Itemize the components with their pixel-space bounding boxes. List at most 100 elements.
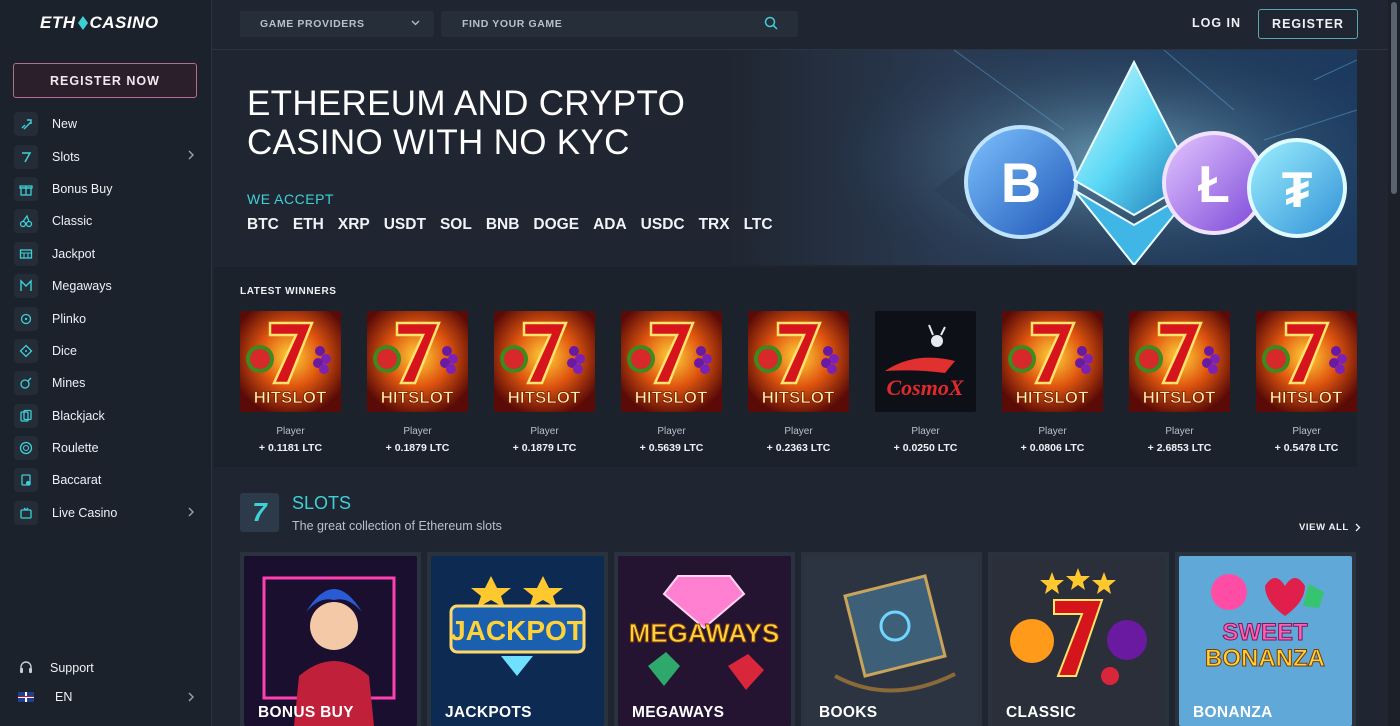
- hitslot-game-thumbnail[interactable]: HITSLOT: [240, 311, 341, 412]
- hitslot-game-thumbnail[interactable]: HITSLOT: [621, 311, 722, 412]
- register-now-button[interactable]: REGISTER NOW: [13, 63, 197, 98]
- slot-category-label: BOOKS: [819, 704, 878, 721]
- sidebar-item-blackjack[interactable]: Blackjack: [0, 400, 211, 432]
- game-providers-dropdown[interactable]: GAME PROVIDERS: [240, 11, 434, 37]
- bonanza-artwork: SWEET BONANZA: [1179, 556, 1352, 726]
- sidebar-item-label: Live Casino: [52, 505, 118, 520]
- page-scrollbar[interactable]: [1388, 0, 1400, 726]
- logo[interactable]: ETH CASINO: [40, 12, 159, 34]
- search-icon[interactable]: [764, 16, 778, 30]
- hitslot-game-thumbnail[interactable]: HITSLOT: [367, 311, 468, 412]
- winner-card[interactable]: HITSLOT Player + 0.1879 LTC: [494, 311, 595, 454]
- sidebar-item-slots[interactable]: Slots: [0, 140, 211, 172]
- language-label: EN: [55, 689, 73, 704]
- winner-card[interactable]: HITSLOT Player + 0.1181 LTC: [240, 311, 341, 454]
- scrollbar-thumb[interactable]: [1391, 2, 1397, 194]
- language-selector[interactable]: EN: [0, 682, 211, 711]
- slot-category-classic[interactable]: CLASSIC: [988, 552, 1169, 726]
- winner-card[interactable]: CosmoX Player + 0.0250 LTC: [875, 311, 976, 454]
- svg-text:HITSLOT: HITSLOT: [381, 388, 454, 407]
- winner-card[interactable]: HITSLOT Player + 0.5478 LTC: [1256, 311, 1357, 454]
- svg-text:HITSLOT: HITSLOT: [762, 388, 835, 407]
- slot-category-jackpot[interactable]: JACKPOT JACKPOTS: [427, 552, 608, 726]
- chevron-right-icon: [1355, 523, 1361, 532]
- hitslot-game-thumbnail[interactable]: HITSLOT: [748, 311, 849, 412]
- chevron-right-icon: [188, 692, 194, 702]
- sidebar-item-label: Bonus Buy: [52, 181, 113, 196]
- sidebar-item-bonus-buy[interactable]: Bonus Buy: [0, 173, 211, 205]
- coin-ltc: LTC: [743, 216, 773, 233]
- hitslot-game-thumbnail[interactable]: HITSLOT: [1002, 311, 1103, 412]
- search-input[interactable]: [441, 11, 798, 37]
- game-providers-label: GAME PROVIDERS: [260, 18, 365, 30]
- jackpot-artwork: JACKPOT: [431, 556, 604, 726]
- slot-category-bonanza[interactable]: SWEET BONANZA BONANZA: [1175, 552, 1356, 726]
- hero-banner: ETHEREUM AND CRYPTO CASINO WITH NO KYC W…: [214, 50, 1357, 265]
- megaways-artwork: MEGAWAYS: [618, 556, 791, 726]
- slot-category-label: BONANZA: [1193, 704, 1273, 721]
- slots-section-icon: 7: [240, 493, 279, 532]
- slot-category-joker[interactable]: BONUS BUY: [240, 552, 421, 726]
- winners-list: HITSLOT Player + 0.1181 LTC HITSLOT Player + …: [240, 311, 1357, 454]
- login-button[interactable]: LOG IN: [1192, 16, 1241, 30]
- sidebar-item-mines[interactable]: Mines: [0, 367, 211, 399]
- cosmox-game-thumbnail[interactable]: CosmoX: [875, 311, 976, 412]
- winner-player-name: Player: [403, 426, 432, 437]
- winner-amount: + 0.5639 LTC: [639, 442, 704, 454]
- latest-winners-title: LATEST WINNERS: [240, 286, 337, 297]
- coin-trx: TRX: [698, 216, 730, 233]
- winner-amount: + 2.6853 LTC: [1147, 442, 1212, 454]
- winner-player-name: Player: [1292, 426, 1321, 437]
- view-all-link[interactable]: VIEW ALL: [1299, 522, 1361, 533]
- sidebar-item-jackpot[interactable]: Jackpot: [0, 238, 211, 270]
- view-all-label: VIEW ALL: [1299, 522, 1349, 533]
- hitslot-game-thumbnail[interactable]: HITSLOT: [1256, 311, 1357, 412]
- winner-card[interactable]: HITSLOT Player + 2.6853 LTC: [1129, 311, 1230, 454]
- slot-category-label: CLASSIC: [1006, 704, 1077, 721]
- sidebar-item-plinko[interactable]: Plinko: [0, 302, 211, 334]
- winner-card[interactable]: HITSLOT Player + 0.5639 LTC: [621, 311, 722, 454]
- support-link[interactable]: Support: [0, 653, 211, 682]
- sidebar-item-label: New: [52, 117, 78, 132]
- sidebar-item-label: Mines: [52, 376, 86, 391]
- svg-text:JACKPOT: JACKPOT: [450, 615, 584, 646]
- slot-category-label: BONUS BUY: [258, 704, 354, 721]
- slot-category-megaways[interactable]: MEGAWAYS MEGAWAYS: [614, 552, 795, 726]
- hitslot-game-thumbnail[interactable]: HITSLOT: [1129, 311, 1230, 412]
- slots-subtitle: The great collection of Ethereum slots: [292, 519, 502, 533]
- logo-text-eth: ETH: [40, 13, 76, 32]
- svg-text:HITSLOT: HITSLOT: [1270, 388, 1343, 407]
- winner-amount: + 0.1879 LTC: [385, 442, 450, 454]
- roulette-icon: [14, 436, 38, 461]
- svg-text:MEGAWAYS: MEGAWAYS: [629, 618, 780, 648]
- sidebar-item-classic[interactable]: Classic: [0, 205, 211, 237]
- coin-usdc: USDC: [640, 216, 685, 233]
- sidebar-item-label: Slots: [52, 149, 80, 164]
- sidebar-item-dice[interactable]: Dice: [0, 335, 211, 367]
- sidebar-item-roulette[interactable]: Roulette: [0, 432, 211, 464]
- hitslot-game-thumbnail[interactable]: HITSLOT: [494, 311, 595, 412]
- crypto-coins-illustration: B Ł ₮: [834, 50, 1357, 265]
- winner-player-name: Player: [1165, 426, 1194, 437]
- sidebar-item-label: Plinko: [52, 311, 87, 326]
- winner-amount: + 0.5478 LTC: [1274, 442, 1339, 454]
- slot-category-book[interactable]: BOOKS: [801, 552, 982, 726]
- cherry-icon: [14, 209, 38, 234]
- sidebar-item-live-casino[interactable]: Live Casino: [0, 497, 211, 529]
- winner-amount: + 0.1181 LTC: [258, 442, 323, 454]
- hero-title: ETHEREUM AND CRYPTO CASINO WITH NO KYC: [247, 84, 686, 162]
- winner-player-name: Player: [530, 426, 559, 437]
- sidebar-item-label: Jackpot: [52, 246, 96, 261]
- winner-card[interactable]: HITSLOT Player + 0.0806 LTC: [1002, 311, 1103, 454]
- cards-icon: [14, 403, 38, 428]
- coin-xrp: XRP: [337, 216, 370, 233]
- sidebar-item-baccarat[interactable]: Baccarat: [0, 464, 211, 496]
- sidebar-item-label: Megaways: [52, 279, 112, 294]
- sidebar-item-new[interactable]: New: [0, 108, 211, 140]
- winner-card[interactable]: HITSLOT Player + 0.2363 LTC: [748, 311, 849, 454]
- register-button[interactable]: REGISTER: [1258, 9, 1358, 39]
- winner-card[interactable]: HITSLOT Player + 0.1879 LTC: [367, 311, 468, 454]
- slot-category-label: JACKPOTS: [445, 704, 532, 721]
- uk-flag-icon: [18, 691, 34, 702]
- sidebar-item-megaways[interactable]: Megaways: [0, 270, 211, 302]
